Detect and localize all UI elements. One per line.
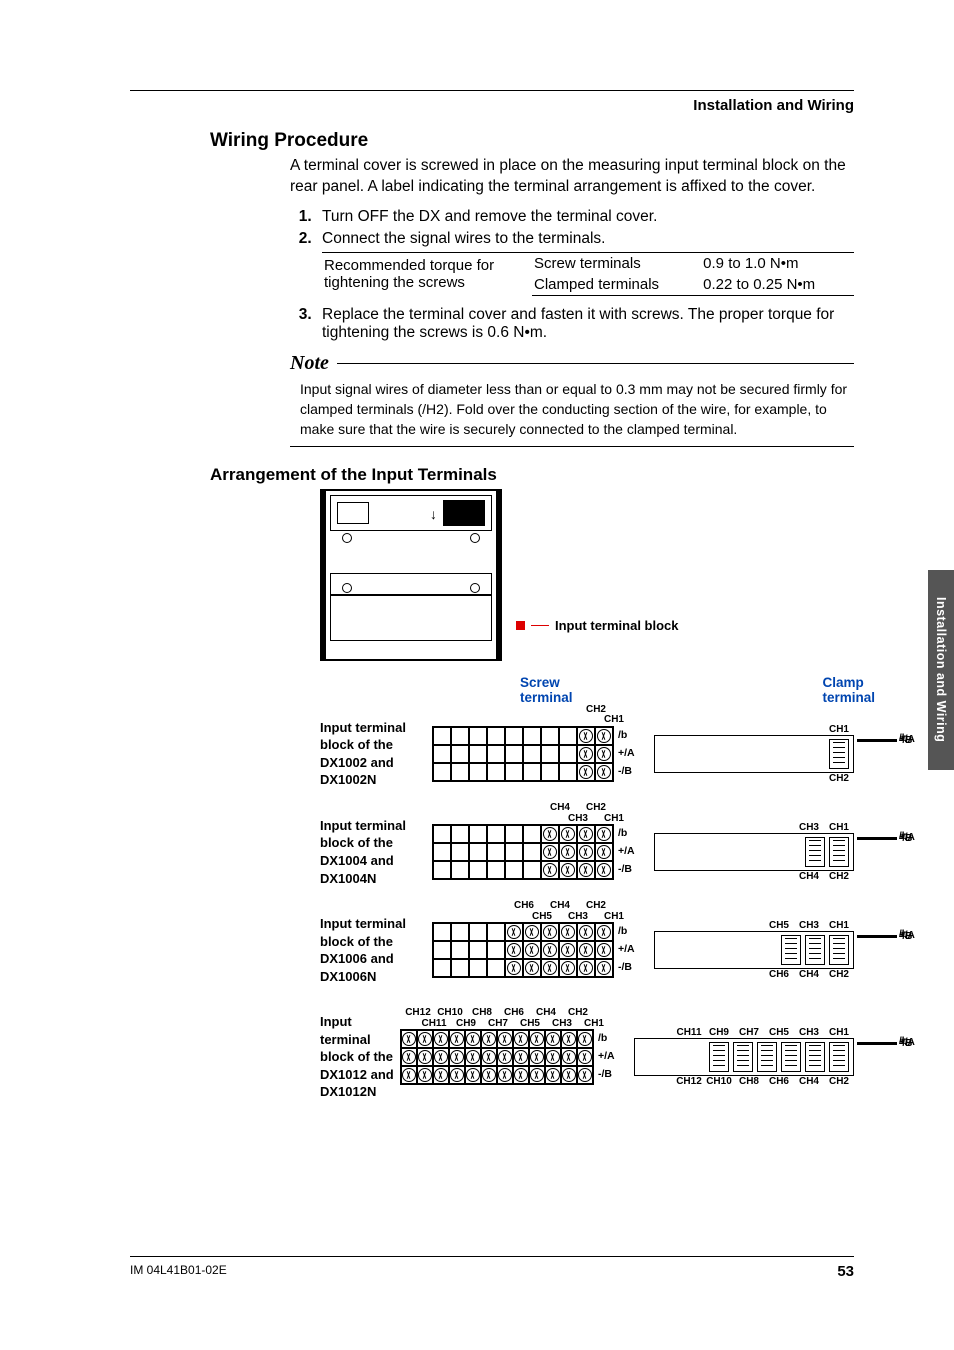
block-label: Input terminal block of the DX1012 and D… (320, 1013, 400, 1101)
header-section: Installation and Wiring (130, 97, 854, 114)
footer-doc: IM 04L41B01-02E (130, 1263, 227, 1280)
clamp-terminal-head: Clamp terminal (823, 675, 876, 705)
screw-terminal-head: Screw terminal (520, 675, 573, 705)
terminal-row: Input terminal block of the DX1012 and D… (320, 1013, 854, 1101)
torque-table: Recommended torque for tightening the sc… (322, 252, 854, 296)
step: Replace the terminal cover and fasten it… (316, 306, 854, 342)
clamp-terminal-block (654, 931, 854, 969)
wiring-intro: A terminal cover is screwed in place on … (290, 156, 854, 198)
terminal-row: Input terminal block of the DX1002 and D… (320, 719, 854, 789)
arrangement-title: Arrangement of the Input Terminals (210, 465, 854, 485)
rear-panel-diagram: ↓● ● ● (320, 489, 502, 661)
side-tab: Installation and Wiring (928, 570, 954, 770)
screw-terminal-block (432, 922, 614, 978)
clamp-terminal-block (654, 833, 854, 871)
callout-marker (516, 621, 525, 630)
terminal-row: Input terminal block of the DX1004 and D… (320, 817, 854, 887)
panel-label: Input terminal block (555, 618, 679, 633)
wiring-steps: Turn OFF the DX and remove the terminal … (290, 208, 854, 342)
screw-terminal-block (400, 1029, 594, 1085)
block-label: Input terminal block of the DX1004 and D… (320, 817, 432, 887)
step: Turn OFF the DX and remove the terminal … (316, 208, 854, 226)
note-heading: Note (290, 352, 854, 375)
block-label: Input terminal block of the DX1002 and D… (320, 719, 432, 789)
clamp-terminal-block (654, 735, 854, 773)
block-label: Input terminal block of the DX1006 and D… (320, 915, 432, 985)
step: Connect the signal wires to the terminal… (316, 230, 854, 296)
screw-terminal-block (432, 726, 614, 782)
clamp-terminal-block (634, 1038, 854, 1076)
terminal-row: Input terminal block of the DX1006 and D… (320, 915, 854, 985)
wiring-title: Wiring Procedure (210, 130, 854, 152)
screw-terminal-block (432, 824, 614, 880)
note-body: Input signal wires of diameter less than… (300, 379, 854, 440)
footer-page: 53 (837, 1263, 854, 1280)
